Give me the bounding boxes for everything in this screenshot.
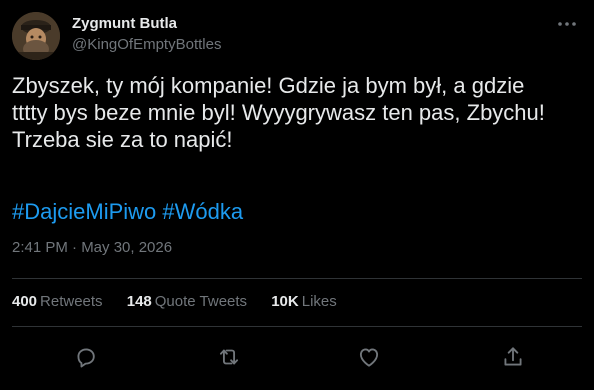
hashtag-link[interactable]: #Wódka	[162, 199, 243, 224]
tweet-actions	[0, 340, 594, 372]
share-icon[interactable]	[500, 344, 526, 370]
reply-icon[interactable]	[73, 344, 99, 370]
hashtag-link[interactable]: #DajcieMiPiwo	[12, 199, 156, 224]
quote-tweets-count: 148	[126, 293, 152, 310]
divider	[12, 326, 582, 327]
avatar[interactable]	[12, 12, 60, 60]
tweet-header: Zygmunt Butla @KingOfEmptyBottles	[12, 12, 582, 60]
tweet-hashtags: #DajcieMiPiwo #Wódka	[12, 198, 243, 225]
retweets-stat[interactable]: 400 Retweets	[12, 292, 103, 312]
tweet-text: Zbyszek, ty mój kompanie! Gdzie ja bym b…	[12, 73, 545, 152]
retweets-count: 400	[12, 293, 38, 310]
more-horizontal-icon[interactable]	[556, 14, 578, 34]
tweet-timestamp[interactable]: 2:41 PM · May 30, 2026	[12, 238, 172, 258]
likes-stat[interactable]: 10K Likes	[271, 292, 337, 312]
retweet-icon[interactable]	[216, 344, 242, 370]
author-handle[interactable]: @KingOfEmptyBottles	[72, 35, 221, 55]
author-info: Zygmunt Butla @KingOfEmptyBottles	[72, 14, 221, 55]
likes-label: Likes	[301, 293, 337, 310]
tweet-stats: 400 Retweets 148 Quote Tweets 10K Likes	[12, 292, 357, 312]
divider	[12, 278, 582, 279]
likes-count: 10K	[271, 293, 299, 310]
retweets-label: Retweets	[40, 293, 103, 310]
author-display-name[interactable]: Zygmunt Butla	[72, 14, 221, 34]
heart-icon[interactable]	[356, 344, 382, 370]
quote-tweets-label: Quote Tweets	[154, 293, 248, 310]
tweet-card: Zygmunt Butla @KingOfEmptyBottles Zbysze…	[0, 0, 594, 390]
quote-tweets-stat[interactable]: 148 Quote Tweets	[127, 292, 247, 312]
